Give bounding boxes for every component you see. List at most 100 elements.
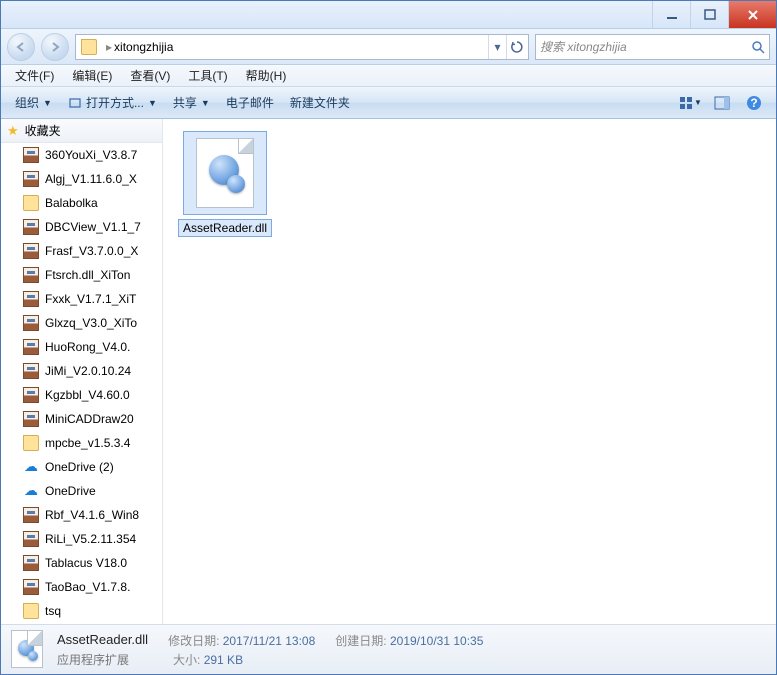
rar-icon [23, 387, 39, 403]
breadcrumb-sep-icon: ▸ [106, 40, 112, 54]
sidebar-item[interactable]: Tablacus V18.0 [1, 551, 162, 575]
preview-pane-button[interactable] [710, 91, 734, 115]
search-placeholder: 搜索 xitongzhijia [540, 38, 751, 55]
sidebar-item-label: HuoRong_V4.0. [45, 340, 130, 354]
address-dropdown[interactable]: ▾ [488, 35, 506, 59]
details-mod-label: 修改日期: [168, 634, 219, 648]
sidebar-item[interactable]: Balabolka [1, 191, 162, 215]
sidebar-item[interactable]: JiMi_V2.0.10.24 [1, 359, 162, 383]
sidebar-item-label: MiniCADDraw20 [45, 412, 134, 426]
titlebar [1, 1, 776, 29]
sidebar-item[interactable]: mpcbe_v1.5.3.4 [1, 431, 162, 455]
svg-text:?: ? [750, 96, 757, 110]
sidebar-item[interactable]: Fxxk_V1.7.1_XiT [1, 287, 162, 311]
sidebar-item[interactable]: tsq [1, 599, 162, 623]
sidebar-item-label: JiMi_V2.0.10.24 [45, 364, 131, 378]
sidebar-item[interactable]: ☁ OneDrive (2) [1, 455, 162, 479]
openwith-button[interactable]: 打开方式...▼ [60, 90, 165, 115]
sidebar-item[interactable]: Glxzq_V3.0_XiTo [1, 311, 162, 335]
chevron-down-icon: ▼ [43, 98, 52, 108]
menu-edit[interactable]: 编辑(E) [64, 65, 120, 86]
details-name: AssetReader.dll [57, 632, 148, 649]
email-button[interactable]: 电子邮件 [218, 90, 282, 115]
minimize-button[interactable] [652, 1, 690, 28]
file-item[interactable]: AssetReader.dll [175, 131, 275, 237]
address-bar[interactable]: ▸ xitongzhijia ▾ [75, 34, 529, 60]
details-type: 应用程序扩展 [57, 651, 129, 668]
sidebar-item-label: Ftsrch.dll_XiTon [45, 268, 130, 282]
details-created-label: 创建日期: [335, 634, 386, 648]
sidebar-item-label: Balabolka [45, 196, 98, 210]
details-size-label: 大小: [173, 653, 200, 667]
sidebar-item-label: Rbf_V4.1.6_Win8 [45, 508, 139, 522]
rar-icon [23, 579, 39, 595]
sidebar[interactable]: ★ 收藏夹 360YouXi_V3.8.7 Algj_V1.11.6.0_X Bal… [1, 119, 163, 624]
menu-tools[interactable]: 工具(T) [180, 65, 235, 86]
forward-button[interactable] [41, 33, 69, 61]
sidebar-item[interactable]: HuoRong_V4.0. [1, 335, 162, 359]
organize-button[interactable]: 组织▼ [7, 90, 60, 115]
sidebar-item[interactable]: ☁ OneDrive [1, 479, 162, 503]
cloud-icon: ☁ [23, 459, 39, 475]
rar-icon [23, 411, 39, 427]
sidebar-item[interactable]: DBCView_V1.1_7 [1, 215, 162, 239]
menu-view[interactable]: 查看(V) [122, 65, 178, 86]
chevron-down-icon: ▼ [201, 98, 210, 108]
sidebar-item-label: Glxzq_V3.0_XiTo [45, 316, 137, 330]
sidebar-item[interactable]: TaoBao_V1.7.8. [1, 575, 162, 599]
cloud-icon: ☁ [23, 483, 39, 499]
views-button[interactable]: ▼ [678, 91, 702, 115]
menu-help[interactable]: 帮助(H) [238, 65, 295, 86]
chevron-down-icon: ▼ [148, 98, 157, 108]
help-button[interactable]: ? [742, 91, 766, 115]
sidebar-item[interactable]: Frasf_V3.7.0.0_X [1, 239, 162, 263]
sidebar-favorites-header[interactable]: ★ 收藏夹 [1, 119, 162, 143]
close-button[interactable] [728, 1, 776, 28]
back-button[interactable] [7, 33, 35, 61]
sidebar-item-label: Frasf_V3.7.0.0_X [45, 244, 138, 258]
rar-icon [23, 171, 39, 187]
folder-icon [23, 603, 39, 619]
sidebar-item[interactable]: RiLi_V5.2.11.354 [1, 527, 162, 551]
search-input[interactable]: 搜索 xitongzhijia [535, 34, 770, 60]
rar-icon [23, 291, 39, 307]
sidebar-item-label: Algj_V1.11.6.0_X [45, 172, 137, 186]
newfolder-button[interactable]: 新建文件夹 [282, 90, 358, 115]
explorer-window: ▸ xitongzhijia ▾ 搜索 xitongzhijia 文件(F) 编… [0, 0, 777, 675]
gear-icon [227, 175, 245, 193]
sidebar-item[interactable]: Algj_V1.11.6.0_X [1, 167, 162, 191]
share-button[interactable]: 共享▼ [165, 90, 218, 115]
rar-icon [23, 507, 39, 523]
sidebar-item-label: mpcbe_v1.5.3.4 [45, 436, 130, 450]
nav-row: ▸ xitongzhijia ▾ 搜索 xitongzhijia [1, 29, 776, 65]
refresh-button[interactable] [506, 35, 526, 59]
open-icon [68, 96, 82, 110]
breadcrumb-current[interactable]: xitongzhijia [114, 40, 173, 54]
sidebar-item[interactable]: Kgzbbl_V4.60.0 [1, 383, 162, 407]
rar-icon [23, 147, 39, 163]
menu-file[interactable]: 文件(F) [7, 65, 62, 86]
sidebar-item-label: DBCView_V1.1_7 [45, 220, 141, 234]
rar-icon [23, 531, 39, 547]
file-pane[interactable]: AssetReader.dll [163, 119, 776, 624]
details-created-value: 2019/10/31 10:35 [390, 634, 483, 648]
sidebar-item[interactable]: Ftsrch.dll_XiTon [1, 263, 162, 287]
details-thumb [11, 630, 47, 670]
details-size-value: 291 KB [204, 653, 243, 667]
sidebar-item[interactable]: MiniCADDraw20 [1, 407, 162, 431]
rar-icon [23, 339, 39, 355]
toolbar: 组织▼ 打开方式...▼ 共享▼ 电子邮件 新建文件夹 ▼ ? [1, 87, 776, 119]
sidebar-item-label: OneDrive (2) [45, 460, 114, 474]
sidebar-item-label: OneDrive [45, 484, 96, 498]
sidebar-item[interactable]: 360YouXi_V3.8.7 [1, 143, 162, 167]
rar-icon [23, 555, 39, 571]
rar-icon [23, 267, 39, 283]
maximize-button[interactable] [690, 1, 728, 28]
sidebar-favorites-label: 收藏夹 [25, 122, 61, 139]
sidebar-item-label: TaoBao_V1.7.8. [45, 580, 130, 594]
sidebar-item-label: Fxxk_V1.7.1_XiT [45, 292, 136, 306]
sidebar-item-label: RiLi_V5.2.11.354 [45, 532, 136, 546]
file-name: AssetReader.dll [178, 219, 272, 237]
folder-icon [80, 38, 98, 56]
sidebar-item[interactable]: Rbf_V4.1.6_Win8 [1, 503, 162, 527]
